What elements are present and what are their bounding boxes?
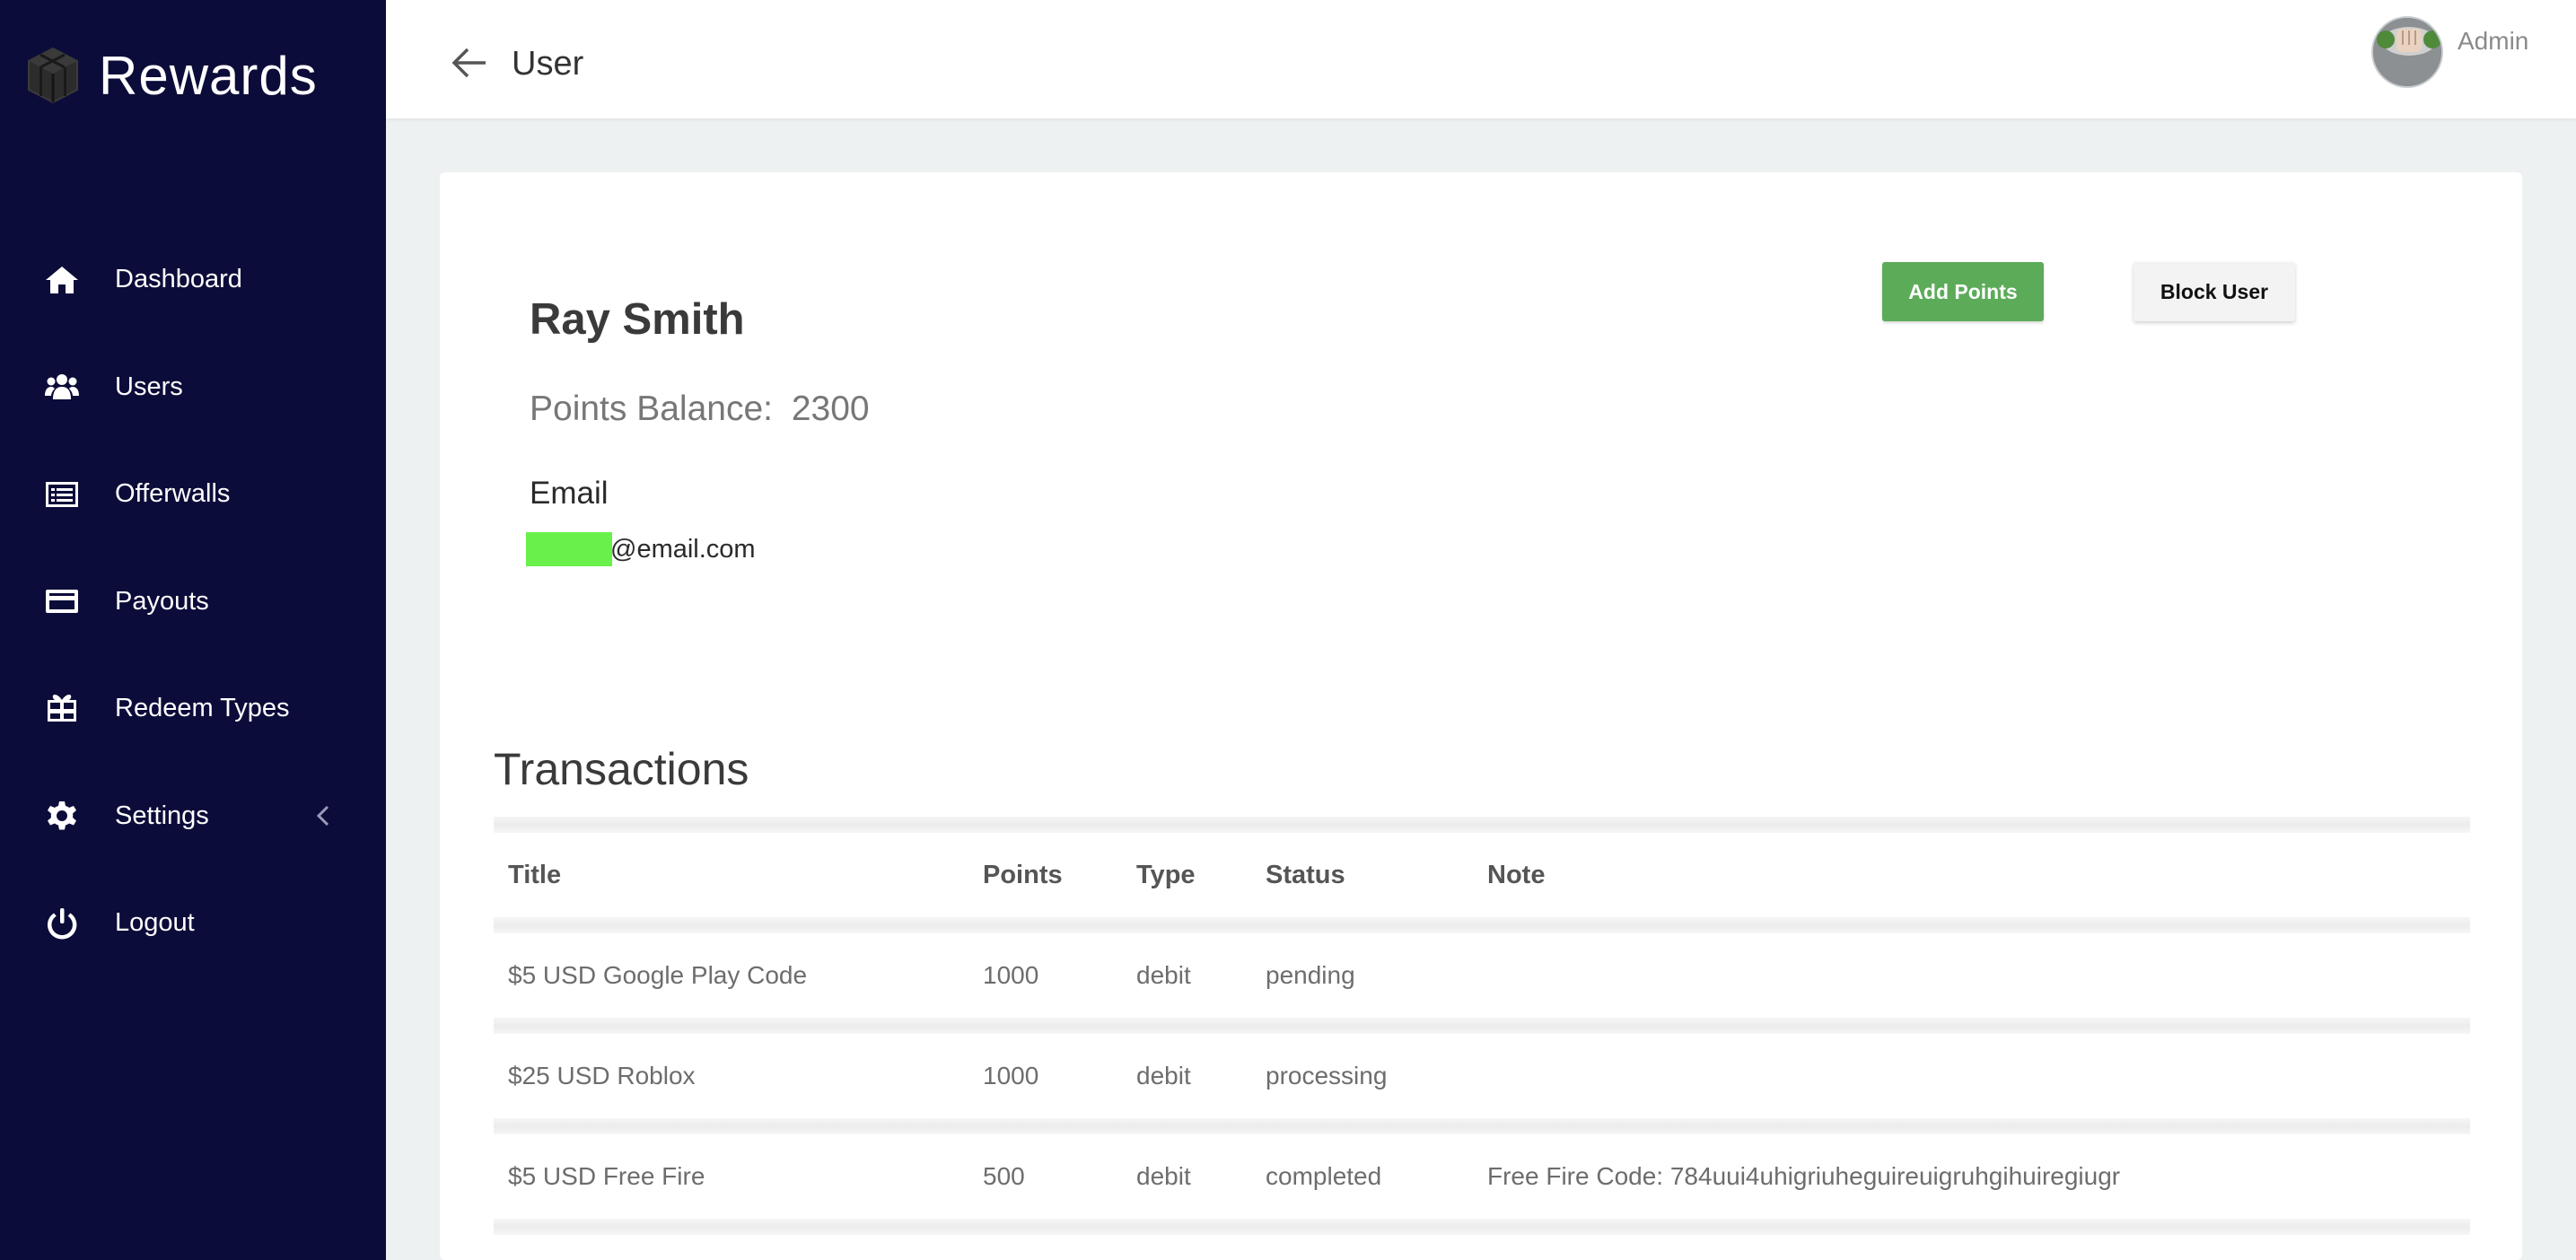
- brand-title: Rewards: [99, 45, 318, 106]
- cell-points: 500: [983, 1162, 1025, 1190]
- cell-title: $5 USD Google Play Code: [508, 961, 808, 989]
- cell-points: 1000: [983, 1062, 1039, 1089]
- sidebar-item-label: Users: [115, 372, 183, 401]
- cell-type: debit: [1136, 961, 1191, 989]
- admin-label: Admin: [2458, 27, 2529, 55]
- points-value: 2300: [791, 389, 870, 428]
- sidebar-nav: Dashboard Users Offerwalls Payouts Redee…: [0, 226, 386, 977]
- column-header-type: Type: [1136, 860, 1196, 889]
- sidebar-item-logout[interactable]: Logout: [0, 870, 386, 977]
- sidebar-item-label: Redeem Types: [115, 694, 290, 723]
- column-header-status: Status: [1266, 860, 1345, 889]
- table-header-row: Title Points Type Status Note: [494, 833, 2470, 917]
- brand[interactable]: Rewards: [25, 39, 318, 111]
- sidebar-item-label: Payouts: [115, 586, 209, 616]
- cell-type: debit: [1136, 1062, 1191, 1089]
- row-divider: [494, 1118, 2470, 1134]
- column-header-note: Note: [1487, 860, 1546, 889]
- cell-note: Free Fire Code: 784uui4uhigriuheguireuig…: [1487, 1162, 2121, 1190]
- back-arrow-icon[interactable]: [451, 45, 488, 81]
- list-icon: [43, 476, 81, 513]
- sidebar-item-offerwalls[interactable]: Offerwalls: [0, 441, 386, 548]
- row-divider: [494, 1018, 2470, 1034]
- transactions-table: Title Points Type Status Note $5 USD Goo…: [494, 817, 2470, 1235]
- points-label: Points Balance:: [530, 389, 774, 428]
- sidebar-item-label: Dashboard: [115, 265, 242, 294]
- table-row[interactable]: $25 USD Roblox 1000 debit processing: [494, 1034, 2470, 1118]
- power-icon: [43, 905, 81, 942]
- redaction-block: [526, 532, 612, 566]
- cell-status: completed: [1266, 1162, 1382, 1190]
- cell-points: 1000: [983, 961, 1039, 989]
- cell-status: processing: [1266, 1062, 1388, 1089]
- add-points-button[interactable]: Add Points: [1882, 262, 2044, 321]
- sidebar-item-payouts[interactable]: Payouts: [0, 548, 386, 656]
- transactions-heading: Transactions: [494, 744, 749, 794]
- user-card: Ray Smith Points Balance: 2300 Email @em…: [440, 172, 2522, 1260]
- sidebar-item-dashboard[interactable]: Dashboard: [0, 226, 386, 334]
- page-title: User: [512, 45, 584, 83]
- row-divider: [494, 1219, 2470, 1235]
- chevron-left-icon[interactable]: [312, 803, 334, 828]
- users-icon: [43, 368, 81, 406]
- user-name: Ray Smith: [530, 295, 745, 344]
- cube-icon: [25, 46, 81, 105]
- row-divider: [494, 817, 2470, 833]
- column-header-title: Title: [508, 860, 562, 889]
- sidebar: Rewards Dashboard Users Offerwalls Payou…: [0, 0, 386, 1260]
- cell-title: $5 USD Free Fire: [508, 1162, 705, 1190]
- sidebar-item-settings[interactable]: Settings: [0, 763, 386, 871]
- avatar[interactable]: [2371, 16, 2443, 88]
- cell-title: $25 USD Roblox: [508, 1062, 696, 1089]
- email-text: @email.com: [610, 534, 756, 564]
- credit-card-icon: [43, 582, 81, 620]
- gift-card-icon: [43, 690, 81, 728]
- table-row[interactable]: $5 USD Google Play Code 1000 debit pendi…: [494, 933, 2470, 1018]
- row-divider: [494, 917, 2470, 933]
- sidebar-item-label: Logout: [115, 908, 195, 938]
- sidebar-item-redeem-types[interactable]: Redeem Types: [0, 655, 386, 763]
- email-value: @email.com: [526, 531, 756, 567]
- top-header: User Admin: [386, 0, 2576, 118]
- cell-status: pending: [1266, 961, 1355, 989]
- points-balance: Points Balance: 2300: [530, 389, 870, 429]
- sidebar-item-label: Settings: [115, 801, 209, 830]
- sidebar-item-label: Offerwalls: [115, 479, 231, 509]
- column-header-points: Points: [983, 860, 1063, 889]
- sidebar-item-users[interactable]: Users: [0, 334, 386, 442]
- block-user-button[interactable]: Block User: [2134, 262, 2295, 321]
- table-row[interactable]: $5 USD Free Fire 500 debit completed Fre…: [494, 1134, 2470, 1219]
- cell-type: debit: [1136, 1162, 1191, 1190]
- email-label: Email: [530, 476, 609, 511]
- gear-icon: [43, 797, 81, 835]
- home-icon: [43, 261, 81, 299]
